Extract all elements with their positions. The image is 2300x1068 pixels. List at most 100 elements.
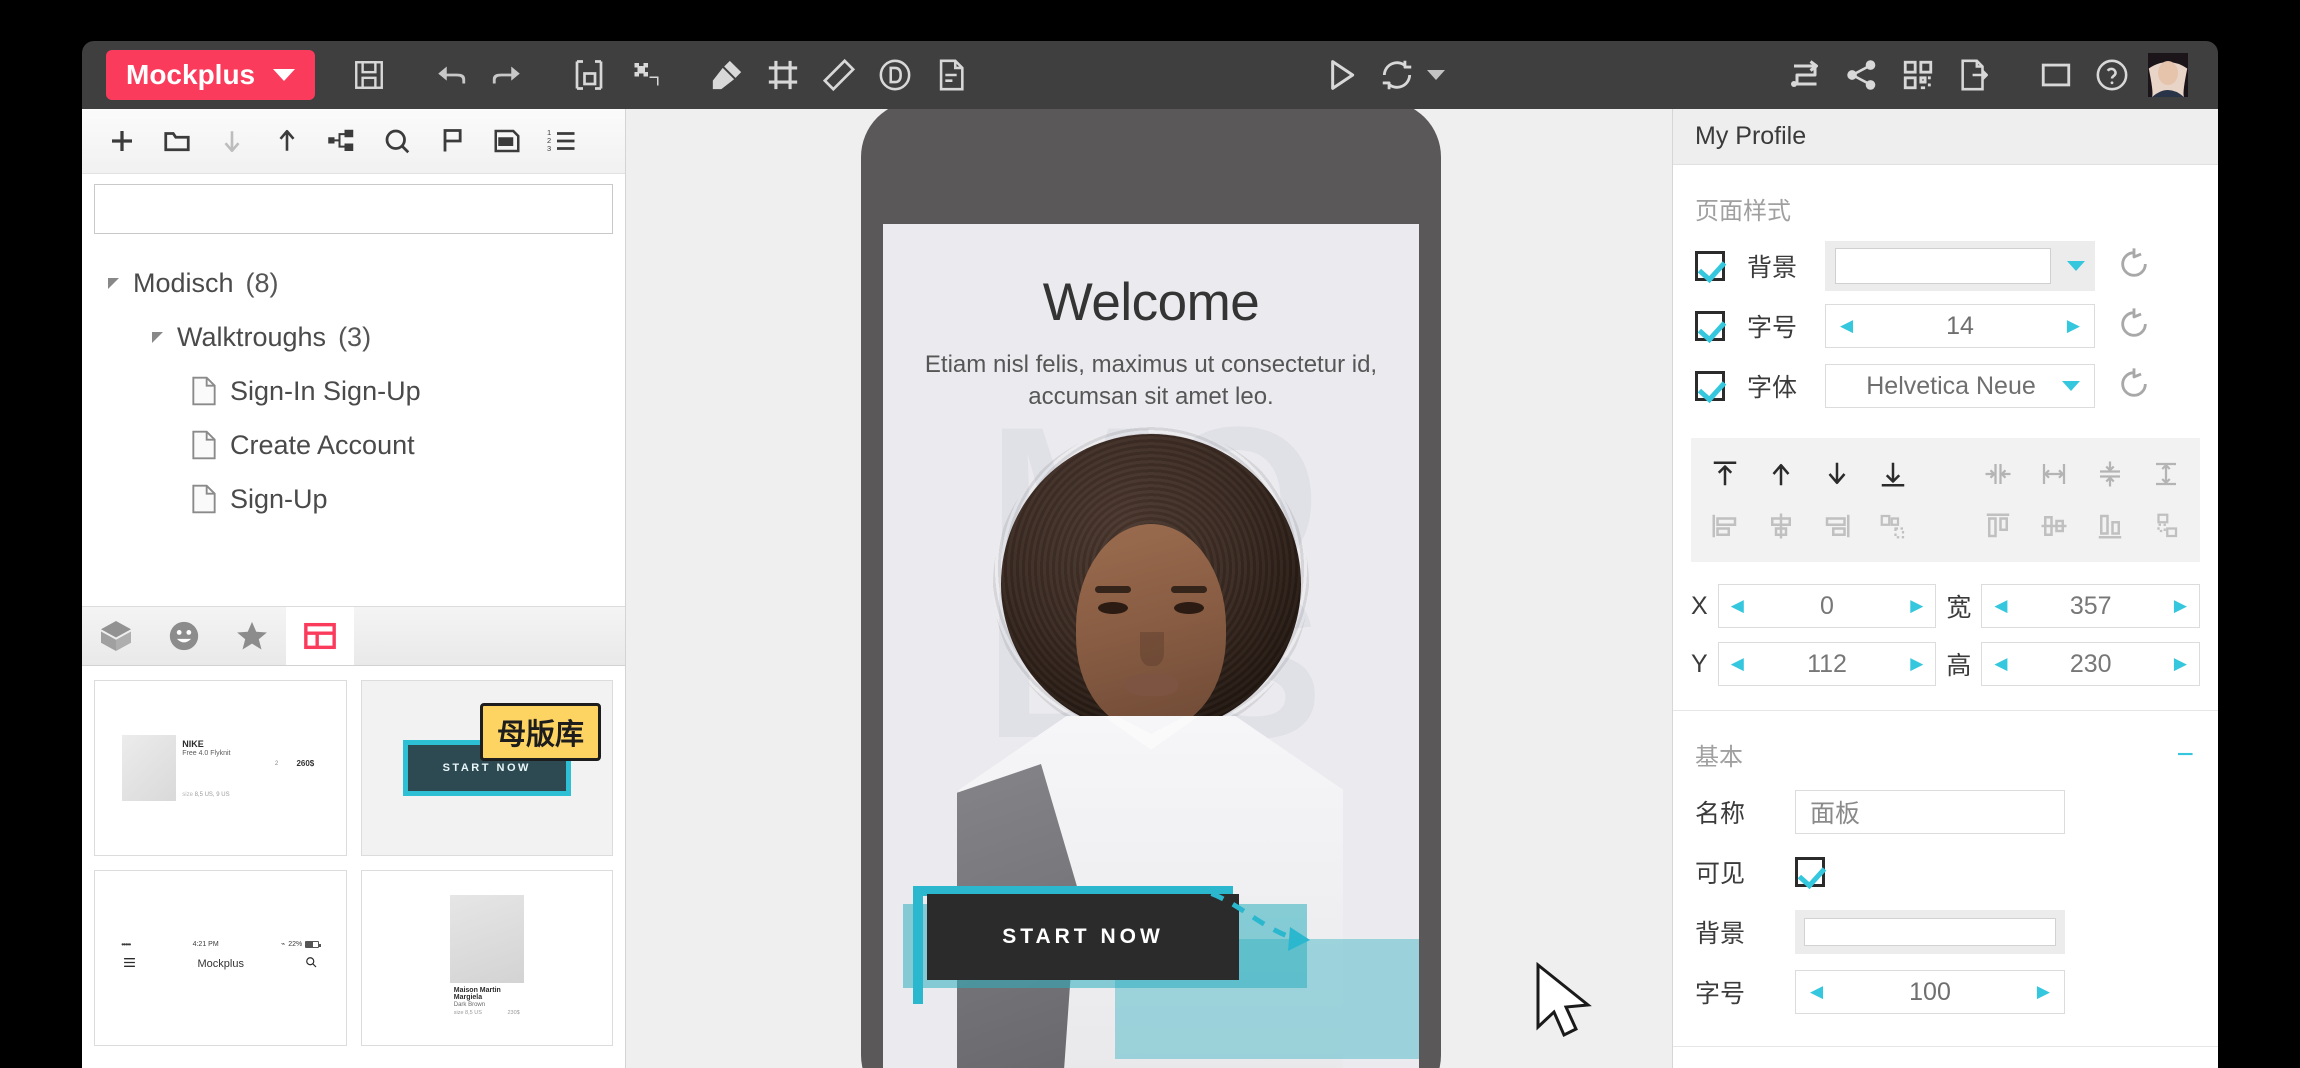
avatar[interactable] [2140, 49, 2196, 101]
tree-item-sign-in-sign-up[interactable]: Sign-In Sign-Up [82, 364, 625, 418]
favorites-tab[interactable] [218, 607, 286, 665]
x-value: 0 [1820, 592, 1834, 621]
stepper-decrement-icon[interactable]: ◀ [1994, 596, 2007, 616]
add-folder-icon[interactable] [151, 117, 202, 165]
align-send-to-back[interactable] [1869, 452, 1917, 496]
width-stepper[interactable]: ◀ 357 ▶ [1981, 584, 2200, 628]
move-up-icon[interactable] [261, 117, 312, 165]
align-middle-guide[interactable] [2086, 452, 2134, 496]
page-search-input[interactable] [94, 184, 613, 234]
align-right[interactable] [1813, 504, 1861, 548]
name-value: 面板 [1810, 794, 1860, 830]
group-icon[interactable] [561, 49, 617, 101]
ungroup-icon[interactable] [617, 49, 673, 101]
add-page-icon[interactable] [96, 117, 147, 165]
tree-item-walktroughs[interactable]: Walktroughs (3) [82, 310, 625, 364]
note-icon[interactable] [923, 49, 979, 101]
pages-toolbar: 123 [82, 109, 625, 174]
undo-icon[interactable] [423, 49, 479, 101]
stepper-increment-icon[interactable]: ▶ [2037, 982, 2050, 1002]
font-family-select[interactable]: Helvetica Neue [1825, 364, 2095, 408]
basic-background-picker[interactable] [1795, 910, 2065, 954]
tree-item-modisch[interactable]: Modisch (8) [82, 256, 625, 310]
align-left[interactable] [1701, 504, 1749, 548]
font-size-checkbox[interactable] [1695, 311, 1725, 341]
qrcode-icon[interactable] [1890, 49, 1946, 101]
sitemap-icon[interactable] [316, 117, 367, 165]
property-row-background: 背景 [1673, 236, 2218, 296]
stepper-decrement-icon[interactable]: ◀ [1810, 982, 1823, 1002]
edit-tools [699, 49, 979, 101]
play-icon[interactable] [1313, 49, 1369, 101]
flag-icon[interactable] [426, 117, 477, 165]
library-item-status-bar-header[interactable]: ••••• 4:21 PM ⌁ 22% Mockplus [94, 870, 347, 1046]
refresh-dropdown-caret[interactable] [1427, 70, 1445, 80]
align-bring-forward[interactable] [1757, 452, 1805, 496]
help-icon[interactable] [2084, 49, 2140, 101]
align-bottom[interactable] [2086, 504, 2134, 548]
font-size-reset-button[interactable] [2117, 307, 2151, 346]
share-icon[interactable] [1834, 49, 1890, 101]
background-color-picker[interactable] [1825, 241, 2095, 291]
library-item-margiela-product-card[interactable]: Maison Martin Margiela Dark Brown size 8… [361, 870, 614, 1046]
phone-screen[interactable]: MODIS Welcome Etiam nisl felis, maximus … [883, 224, 1419, 1068]
stepper-increment-icon[interactable]: ▶ [1910, 654, 1923, 674]
icons-tab[interactable] [150, 607, 218, 665]
align-width-guide[interactable] [2030, 452, 2078, 496]
design-canvas[interactable]: MODIS Welcome Etiam nisl felis, maximus … [626, 109, 1672, 1068]
redo-icon[interactable] [479, 49, 535, 101]
components-tab[interactable] [82, 607, 150, 665]
tree-item-sign-up[interactable]: Sign-Up [82, 472, 625, 526]
move-down-icon[interactable] [206, 117, 257, 165]
refresh-icon[interactable] [1369, 49, 1425, 101]
link-icon[interactable] [699, 49, 755, 101]
align-top[interactable] [1974, 504, 2022, 548]
brand-menu-button[interactable]: Mockplus [106, 50, 315, 100]
ordered-list-icon[interactable]: 123 [536, 117, 587, 165]
x-stepper[interactable]: ◀ 0 ▶ [1718, 584, 1937, 628]
align-middle[interactable] [2030, 504, 2078, 548]
welcome-block: Welcome Etiam nisl felis, maximus ut con… [883, 224, 1419, 446]
rectangle-icon[interactable] [2028, 49, 2084, 101]
font-family-checkbox[interactable] [1695, 371, 1725, 401]
font-family-reset-button[interactable] [2117, 367, 2151, 406]
align-send-backward[interactable] [1813, 452, 1861, 496]
distribute-horizontal[interactable] [1869, 504, 1917, 548]
stepper-increment-icon[interactable]: ▶ [2174, 596, 2187, 616]
component-icon[interactable] [867, 49, 923, 101]
stepper-increment-icon[interactable]: ▶ [1910, 596, 1923, 616]
frame-icon[interactable] [755, 49, 811, 101]
stepper-decrement-icon[interactable]: ◀ [1731, 654, 1744, 674]
library-item-nike-product-card[interactable]: NIKE Free 4.0 Flyknit 2 260$ size 8,5 US… [94, 680, 347, 856]
align-bring-to-front[interactable] [1701, 452, 1749, 496]
save-icon[interactable] [341, 49, 397, 101]
name-input[interactable]: 面板 [1795, 790, 2065, 834]
product-size-value: 8,5 US, 9 US [195, 792, 230, 798]
master-library-tab[interactable] [286, 607, 354, 665]
property-row-basic-background: 背景 [1673, 902, 2218, 962]
tree-item-create-account[interactable]: Create Account [82, 418, 625, 472]
y-stepper[interactable]: ◀ 112 ▶ [1718, 642, 1937, 686]
align-center-horizontal[interactable] [1757, 504, 1805, 548]
visible-checkbox[interactable] [1795, 857, 1825, 887]
align-height-guide[interactable] [2142, 452, 2190, 496]
background-reset-button[interactable] [2117, 247, 2151, 286]
stepper-decrement-icon[interactable]: ◀ [1731, 596, 1744, 616]
basic-font-size-stepper[interactable]: ◀ 100 ▶ [1795, 970, 2065, 1014]
stepper-decrement-icon[interactable]: ◀ [1994, 654, 2007, 674]
collapse-triangle-icon[interactable] [108, 278, 119, 289]
collapse-triangle-icon[interactable] [152, 332, 163, 343]
font-size-stepper[interactable]: ◀ 14 ▶ [1825, 304, 2095, 348]
sync-icon[interactable] [1778, 49, 1834, 101]
stepper-increment-icon[interactable]: ▶ [2174, 654, 2187, 674]
stepper-decrement-icon[interactable]: ◀ [1840, 316, 1853, 336]
export-icon[interactable] [1946, 49, 2002, 101]
distribute-vertical[interactable] [2142, 504, 2190, 548]
align-center-vertical-guide[interactable] [1974, 452, 2022, 496]
stepper-increment-icon[interactable]: ▶ [2067, 316, 2080, 336]
page-data-icon[interactable] [481, 117, 532, 165]
eraser-icon[interactable] [811, 49, 867, 101]
search-icon[interactable] [371, 117, 422, 165]
height-stepper[interactable]: ◀ 230 ▶ [1981, 642, 2200, 686]
background-checkbox[interactable] [1695, 251, 1725, 281]
